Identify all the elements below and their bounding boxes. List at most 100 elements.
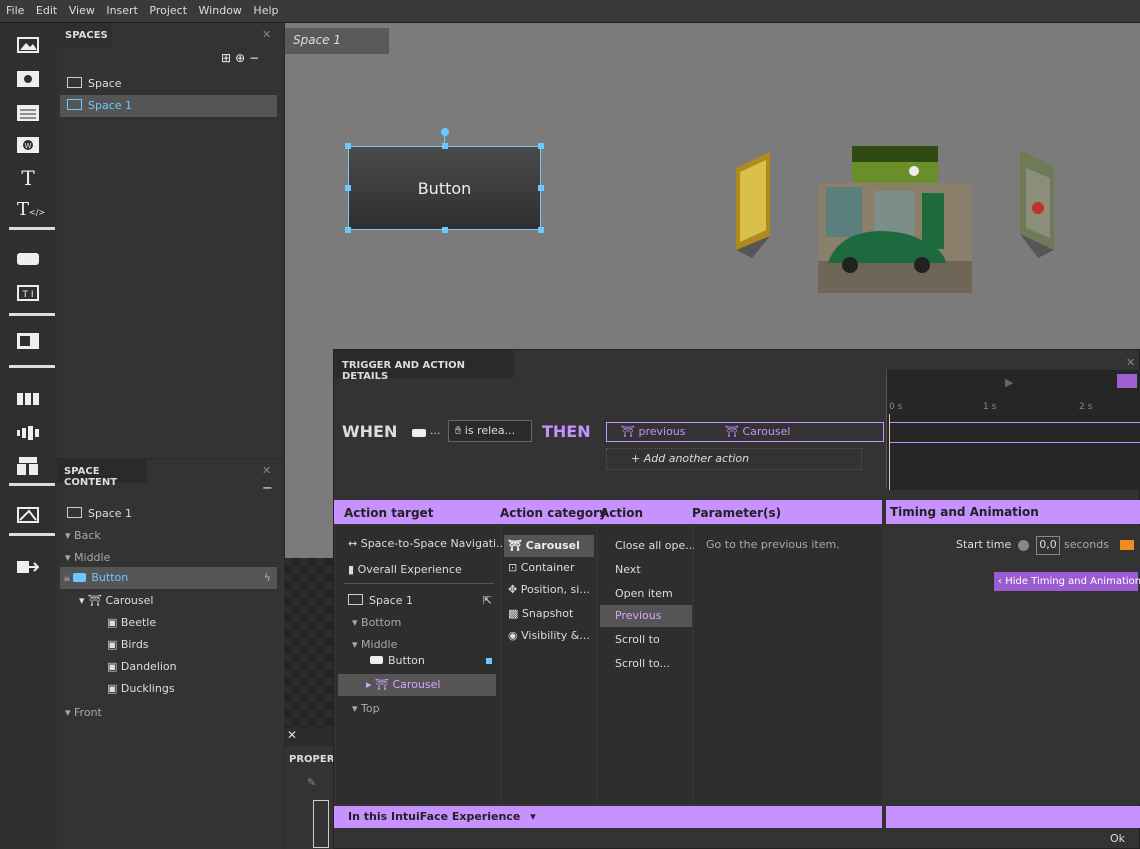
resize-handle[interactable]	[538, 227, 544, 233]
rotate-handle[interactable]	[441, 128, 449, 136]
timeline-tick: 2 s	[1079, 402, 1093, 412]
web-tool-icon[interactable]: W	[17, 137, 39, 155]
text-input-tool-icon[interactable]: T I	[17, 285, 39, 303]
space-item-selected[interactable]: Space 1	[60, 95, 277, 117]
timeline-cursor[interactable]	[889, 414, 890, 490]
grid-tool-icon[interactable]	[17, 391, 39, 409]
spaces-panel: SPACES ✕ ⊞⊕− Space Space 1	[57, 23, 284, 458]
button-tool-icon[interactable]	[17, 251, 39, 269]
footer-scope[interactable]: In this IntuiFace Experience ▾	[334, 806, 882, 828]
tree-item-middle[interactable]: ▾ Middle	[65, 547, 110, 569]
category-item[interactable]: ▩ Snapshot	[508, 603, 573, 625]
tree-item-back[interactable]: ▾ Back	[65, 525, 101, 547]
resize-handle[interactable]	[538, 185, 544, 191]
tree-item-ducklings[interactable]: ▣ Ducklings	[107, 678, 175, 700]
target-item-selected[interactable]: ▸ ⛩ Carousel	[338, 674, 496, 696]
close-icon[interactable]: ✕	[1126, 356, 1135, 369]
action-item[interactable]: Scroll to...	[615, 653, 670, 675]
menu-help[interactable]: Help	[247, 0, 280, 17]
text-tool-icon[interactable]: T	[17, 168, 39, 188]
tree-item-carousel[interactable]: ▾ ⛩ Carousel	[79, 590, 153, 612]
menu-project[interactable]: Project	[143, 0, 189, 17]
fit-to-screen-icon[interactable]: ✕	[287, 728, 297, 742]
resize-handle[interactable]	[345, 143, 351, 149]
resize-handle[interactable]	[442, 143, 448, 149]
menu-file[interactable]: File	[0, 0, 26, 17]
add-action-button[interactable]: + Add another action	[606, 448, 862, 470]
duplicate-space-icon[interactable]: ⊕	[235, 51, 249, 65]
resize-handle[interactable]	[538, 143, 544, 149]
ok-button[interactable]: Ok	[1110, 832, 1125, 845]
caret-right-icon: ▸	[366, 678, 376, 691]
then-label: THEN	[542, 422, 591, 441]
experience-icon: ▮	[348, 563, 358, 576]
menu-view[interactable]: View	[63, 0, 97, 17]
close-icon[interactable]: ✕	[262, 28, 271, 41]
header-action-category: Action category	[500, 506, 607, 520]
tree-item-front[interactable]: ▾ Front	[65, 702, 102, 724]
tree-item-birds[interactable]: ▣ Birds	[107, 634, 149, 656]
carousel-image-ducklings[interactable]	[1016, 148, 1058, 260]
category-item[interactable]: ◉ Visibility &...	[508, 625, 590, 647]
menu-edit[interactable]: Edit	[30, 0, 59, 17]
space-item[interactable]: Space	[57, 73, 284, 95]
start-time-toggle[interactable]	[1018, 540, 1029, 551]
container-tool-icon[interactable]	[17, 333, 39, 351]
tree-item-beetle[interactable]: ▣ Beetle	[107, 612, 156, 634]
canvas-tab[interactable]: Space 1	[285, 28, 389, 54]
menu-insert[interactable]: Insert	[100, 0, 140, 17]
action-item[interactable]: Next	[615, 559, 641, 581]
start-time-label: Start time	[956, 538, 1012, 551]
video-tool-icon[interactable]	[17, 71, 39, 89]
image-icon: ▣	[107, 660, 121, 673]
exit-tool-icon[interactable]	[17, 559, 40, 577]
resize-handle[interactable]	[442, 227, 448, 233]
tree-item-button[interactable]: 🔒︎ Button ϟ	[60, 567, 277, 589]
start-time-input[interactable]: 0,0	[1036, 536, 1060, 555]
carousel-image-birds[interactable]	[730, 150, 772, 260]
add-space-icon[interactable]: ⊞	[221, 51, 235, 65]
target-item[interactable]: ▾ Bottom	[352, 612, 401, 634]
play-icon[interactable]: ▶	[1005, 376, 1013, 389]
document-tool-icon[interactable]	[17, 105, 39, 123]
tree-item-dandelion[interactable]: ▣ Dandelion	[107, 656, 177, 678]
carousel-tool-icon[interactable]	[17, 425, 39, 443]
target-item[interactable]: Space 1 ⇱	[348, 590, 496, 612]
chart-tool-icon[interactable]	[17, 507, 39, 525]
canvas-button[interactable]: Button	[348, 146, 541, 230]
keyframe-icon[interactable]	[1120, 540, 1134, 550]
resize-handle[interactable]	[345, 227, 351, 233]
action-item[interactable]: Open item	[615, 583, 673, 605]
remove-space-icon[interactable]: −	[249, 51, 263, 65]
trigger-selector[interactable]: ✋︎ is relea...	[448, 420, 532, 442]
hide-timing-button[interactable]: ‹ Hide Timing and Animation	[994, 572, 1140, 591]
category-item-selected[interactable]: ⛩ Carousel	[504, 535, 594, 557]
category-item[interactable]: ✥ Position, si...	[508, 579, 590, 601]
target-item[interactable]: ↔ Space-to-Space Navigati...	[348, 533, 507, 555]
target-item[interactable]: Button	[370, 650, 496, 672]
action-item-selected[interactable]: Previous	[600, 605, 692, 627]
image-icon: ▣	[107, 682, 121, 695]
asset-flow-tool-icon[interactable]	[17, 457, 39, 475]
tree-item-space[interactable]: Space 1	[67, 503, 132, 525]
carousel-image-dandelion[interactable]	[852, 146, 938, 188]
hand-icon: ✋︎	[455, 424, 465, 437]
trigger-source[interactable]: ...	[430, 424, 441, 437]
timeline-toggle-icon[interactable]	[1117, 374, 1137, 388]
carousel-image-beetle[interactable]	[818, 183, 972, 293]
timeline[interactable]: ▶ 0 s 1 s 2 s	[886, 370, 1140, 490]
html-text-tool-icon[interactable]: T</>	[17, 201, 45, 219]
resize-handle[interactable]	[345, 185, 351, 191]
action-item[interactable]: Scroll to	[615, 629, 660, 651]
category-item[interactable]: ⊡ Container	[508, 557, 574, 579]
target-item[interactable]: ▾ Top	[352, 698, 380, 720]
action-item[interactable]: Close all ope...	[615, 535, 696, 557]
target-item[interactable]: ▮ Overall Experience	[348, 559, 462, 581]
image-tool-icon[interactable]	[17, 37, 39, 55]
pin-icon[interactable]: ✎	[307, 776, 316, 789]
snapshot-icon: ▩	[508, 607, 522, 620]
close-icon[interactable]: ✕	[262, 464, 271, 477]
collapse-icon[interactable]: −	[262, 481, 273, 496]
menu-window[interactable]: Window	[193, 0, 244, 17]
action-row[interactable]: ⛩ previous ⛩ Carousel	[606, 422, 884, 442]
